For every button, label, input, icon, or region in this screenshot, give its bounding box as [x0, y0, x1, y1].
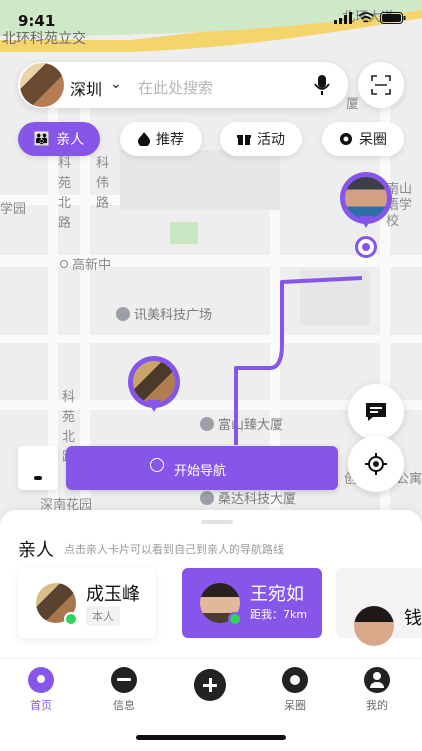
avatar[interactable]	[20, 63, 64, 107]
family-card-cheng[interactable]: 成玉峰 本人	[18, 568, 156, 638]
plus-icon	[194, 669, 226, 701]
poi-pin-icon	[200, 416, 214, 431]
family-card-qian[interactable]: 钱	[336, 568, 422, 646]
tab-label: 信息	[113, 699, 135, 712]
caret-icon	[34, 476, 42, 480]
status-bar: 9:41	[0, 0, 422, 34]
map-label: 厦	[346, 97, 360, 112]
message-icon	[366, 403, 386, 421]
chip-circle[interactable]: 呆圈	[322, 122, 404, 156]
tab-add[interactable]	[180, 669, 240, 705]
family-card-wang[interactable]: 王宛如 距我：7km	[182, 568, 322, 638]
circle-icon	[282, 667, 308, 693]
signal-icon	[334, 12, 352, 24]
poi-fushan[interactable]: 富山臻大厦	[200, 414, 283, 433]
poi-sangda[interactable]: 桑达科技大厦	[200, 488, 296, 507]
home-indicator	[136, 735, 286, 740]
poi-pin-icon	[200, 490, 214, 505]
road-label: 科伟路	[96, 156, 110, 211]
crosshair-icon	[365, 453, 387, 475]
card-sub: 本人	[86, 606, 120, 626]
avatar	[354, 606, 394, 646]
chip-label: 亲人	[56, 132, 85, 148]
poi-label: 富山臻大厦	[218, 418, 284, 433]
chip-label: 推荐	[156, 132, 184, 148]
road-label: 科苑北路	[58, 156, 72, 231]
poi-xunmei[interactable]: 讯美科技广场	[116, 304, 212, 323]
dot-icon	[60, 259, 68, 268]
poi-pin-icon	[116, 306, 130, 321]
card-sub: 距我：7km	[250, 608, 308, 621]
online-indicator	[64, 612, 78, 626]
sheet-hint: 点击亲人卡片可以看到自己到亲人的导航路线	[64, 543, 284, 556]
message-button[interactable]	[348, 384, 404, 440]
avatar	[345, 177, 387, 219]
poi-label: 桑达科技大厦	[218, 492, 297, 507]
chip-activity[interactable]: 活动	[220, 122, 302, 156]
map-label-text: 高新中	[72, 258, 112, 273]
scan-icon	[371, 75, 391, 95]
family-icon: 👪	[33, 131, 51, 147]
tab-label: 我的	[366, 699, 388, 712]
family-sheet[interactable]: 亲人 点击亲人卡片可以看到自己到亲人的导航路线 成玉峰 本人 王宛如 距我：7k…	[0, 510, 422, 660]
collapse-button[interactable]	[18, 446, 58, 490]
card-name: 王宛如	[250, 584, 304, 605]
chip-label: 呆圈	[359, 132, 387, 148]
user-marker-wang[interactable]	[340, 172, 392, 230]
chevron-down-icon[interactable]: ⌄	[110, 76, 122, 92]
wifi-icon	[358, 12, 374, 23]
scan-button[interactable]	[358, 62, 404, 108]
tab-bar: 首页 信息 呆圈 我的	[0, 658, 422, 751]
chip-family[interactable]: 👪 亲人	[18, 122, 100, 156]
tab-home[interactable]: 首页	[11, 667, 71, 713]
flame-icon	[138, 132, 150, 146]
tab-messages[interactable]: 信息	[94, 667, 154, 713]
navigation-icon	[150, 458, 164, 472]
tab-label: 首页	[30, 699, 52, 712]
chat-icon	[111, 667, 137, 693]
person-icon	[364, 667, 390, 693]
start-navigation-button[interactable]: 开始导航	[66, 446, 338, 490]
card-name: 钱	[404, 608, 422, 629]
search-bar[interactable]: 深圳 ⌄ 在此处搜索	[18, 62, 348, 108]
destination-marker[interactable]	[355, 236, 377, 258]
chip-recommend[interactable]: 推荐	[120, 122, 202, 156]
locate-button[interactable]	[348, 436, 404, 492]
tab-profile[interactable]: 我的	[347, 667, 407, 713]
user-marker-cheng[interactable]	[128, 356, 180, 414]
tab-label: 呆圈	[284, 699, 306, 712]
online-indicator	[228, 612, 242, 626]
location-icon	[28, 667, 54, 693]
microphone-icon[interactable]	[314, 74, 330, 96]
avatar	[133, 361, 175, 403]
card-name: 成玉峰	[86, 584, 140, 605]
battery-icon	[380, 12, 406, 24]
nav-button-label: 开始导航	[174, 464, 227, 479]
sheet-title: 亲人	[18, 540, 54, 561]
drag-handle[interactable]	[201, 520, 233, 524]
map-label: 学园	[0, 202, 27, 217]
tab-circle[interactable]: 呆圈	[265, 667, 325, 713]
gift-icon	[237, 135, 251, 145]
chip-label: 活动	[257, 132, 285, 148]
status-time: 9:41	[18, 12, 56, 30]
circle-dot-icon	[340, 133, 352, 145]
search-input[interactable]: 在此处搜索	[138, 77, 213, 98]
poi-label: 讯美科技广场	[134, 308, 213, 323]
city-selector[interactable]: 深圳	[70, 76, 102, 100]
map-label: 高新中	[60, 254, 111, 273]
